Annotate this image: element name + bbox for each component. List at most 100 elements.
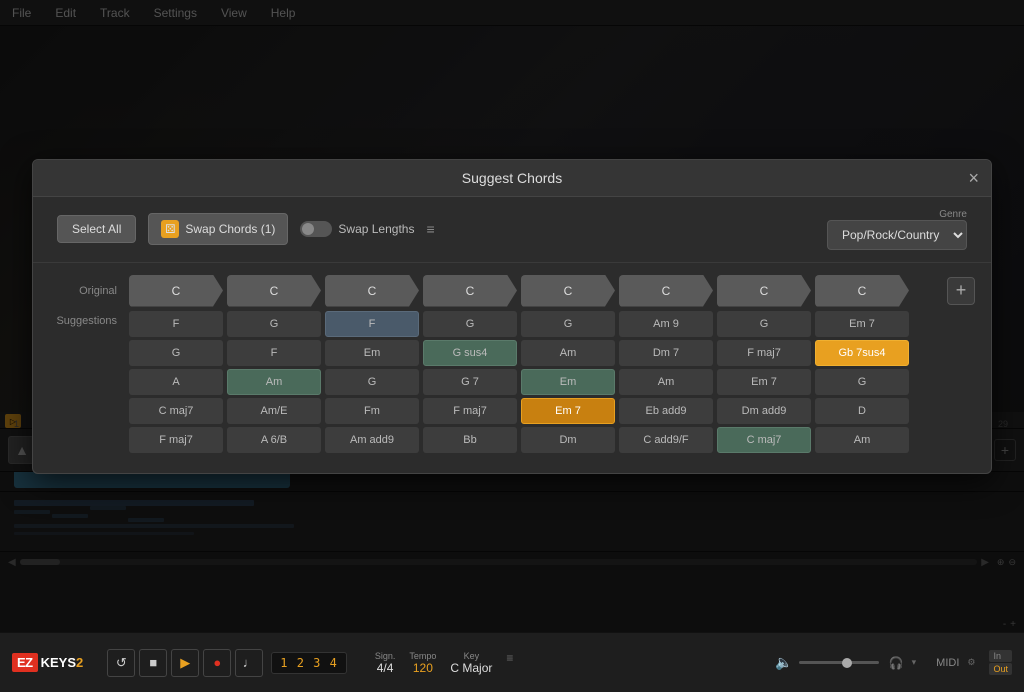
sug-4-5[interactable]: C add9/F [619, 427, 713, 453]
sug-3-0[interactable]: C maj7 [129, 398, 223, 424]
sug-3-1[interactable]: Am/E [227, 398, 321, 424]
original-chord-5[interactable]: C [619, 275, 713, 307]
sug-1-0[interactable]: G [129, 340, 223, 366]
swap-lengths-toggle[interactable]: Swap Lengths [300, 221, 414, 237]
sug-2-1[interactable]: Am [227, 369, 321, 395]
sug-3-4[interactable]: Em 7 [521, 398, 615, 424]
sug-3-5[interactable]: Eb add9 [619, 398, 713, 424]
sug-3-7[interactable]: D [815, 398, 909, 424]
original-label: Original [49, 285, 129, 297]
suggestions-label: Suggestions [49, 311, 129, 327]
loop-btn[interactable]: ↺ [107, 649, 135, 677]
metronome-btn[interactable]: ♩ [235, 649, 263, 677]
midi-out: Out [989, 663, 1012, 675]
original-chord-3[interactable]: C [423, 275, 517, 307]
key[interactable]: Key C Major [450, 651, 492, 675]
ez-badge: EZ [12, 653, 38, 672]
modal-overlay: Suggest Chords × Select All ⚄ Swap Chord… [0, 0, 1024, 632]
sug-2-3[interactable]: G 7 [423, 369, 517, 395]
sug-4-3[interactable]: Bb [423, 427, 517, 453]
sug-4-0[interactable]: F maj7 [129, 427, 223, 453]
modal-title: Suggest Chords [462, 170, 562, 186]
sug-2-5[interactable]: Am [619, 369, 713, 395]
sug-0-0[interactable]: F [129, 311, 223, 337]
sug-2-4[interactable]: Em [521, 369, 615, 395]
midi-settings-icon[interactable]: ⚙ [967, 657, 975, 668]
suggestion-row-2: A Am G G 7 Em Am Em 7 G [129, 369, 909, 395]
sug-3-2[interactable]: Fm [325, 398, 419, 424]
sug-1-2[interactable]: Em [325, 340, 419, 366]
midi-label: MIDI [936, 657, 959, 669]
sug-4-4[interactable]: Dm [521, 427, 615, 453]
keys-text: KEYS [41, 655, 76, 670]
original-chords: C C C C C C C C [129, 275, 943, 307]
modal-close-btn[interactable]: × [968, 169, 979, 187]
select-all-btn[interactable]: Select All [57, 215, 136, 243]
sug-4-6[interactable]: C maj7 [717, 427, 811, 453]
chord-grid: Original C C C C C C C C + Suggestions [33, 263, 991, 473]
sug-0-3[interactable]: G [423, 311, 517, 337]
sug-0-2[interactable]: F [325, 311, 419, 337]
volume-icon: 🔈 [775, 654, 792, 671]
sug-2-2[interactable]: G [325, 369, 419, 395]
volume-thumb [842, 658, 852, 668]
sug-1-4[interactable]: Am [521, 340, 615, 366]
sign-tempo-key: Sign. 4/4 Tempo 120 Key C Major ≡ [375, 651, 514, 675]
time-signature[interactable]: Sign. 4/4 [375, 651, 396, 675]
original-chord-2[interactable]: C [325, 275, 419, 307]
play-btn[interactable]: ▶ [171, 649, 199, 677]
suggest-chords-modal: Suggest Chords × Select All ⚄ Swap Chord… [32, 159, 992, 474]
original-chord-0[interactable]: C [129, 275, 223, 307]
sug-0-7[interactable]: Em 7 [815, 311, 909, 337]
sug-2-7[interactable]: G [815, 369, 909, 395]
record-btn[interactable]: ● [203, 649, 231, 677]
sug-3-3[interactable]: F maj7 [423, 398, 517, 424]
suggestion-row-0: F G F G G Am 9 G Em 7 [129, 311, 909, 337]
toggle-thumb [302, 223, 314, 235]
sug-0-1[interactable]: G [227, 311, 321, 337]
sug-1-6[interactable]: F maj7 [717, 340, 811, 366]
sug-1-5[interactable]: Dm 7 [619, 340, 713, 366]
modal-header: Suggest Chords × [33, 160, 991, 197]
suggestion-row-1: G F Em G sus4 Am Dm 7 F maj7 Gb 7sus4 [129, 340, 909, 366]
sug-4-2[interactable]: Am add9 [325, 427, 419, 453]
headphone-icon: 🎧 [889, 656, 904, 670]
status-bar: EZ KEYS 2 ↺ ■ ▶ ● ♩ 1 2 3 4 Sign. 4/4 Te… [0, 632, 1024, 692]
sug-2-6[interactable]: Em 7 [717, 369, 811, 395]
sug-0-5[interactable]: Am 9 [619, 311, 713, 337]
sug-1-1[interactable]: F [227, 340, 321, 366]
volume-area: 🔈 🎧 ▾ [775, 654, 916, 671]
dice-icon: ⚄ [161, 220, 179, 238]
sug-3-6[interactable]: Dm add9 [717, 398, 811, 424]
divider-icon[interactable]: ≡ [426, 221, 434, 237]
midi-in: In [989, 650, 1012, 662]
volume-slider[interactable] [799, 661, 879, 664]
headphone-chevron: ▾ [912, 657, 917, 668]
genre-select[interactable]: Pop/Rock/Country [827, 220, 967, 250]
sug-4-7[interactable]: Am [815, 427, 909, 453]
sug-2-0[interactable]: A [129, 369, 223, 395]
original-row: Original C C C C C C C C + [49, 275, 975, 307]
suggestions-section: F G F G G Am 9 G Em 7 G F Em G sus4 [129, 311, 909, 453]
controls-row: Select All ⚄ Swap Chords (1) Swap Length… [33, 197, 991, 263]
stop-btn[interactable]: ■ [139, 649, 167, 677]
genre-label: Genre [939, 209, 967, 220]
toggle-track[interactable] [300, 221, 332, 237]
original-chord-1[interactable]: C [227, 275, 321, 307]
sug-4-1[interactable]: A 6/B [227, 427, 321, 453]
add-chord-btn[interactable]: + [947, 277, 975, 305]
sug-0-6[interactable]: G [717, 311, 811, 337]
sug-1-7[interactable]: Gb 7sus4 [815, 340, 909, 366]
time-display: 1 2 3 4 [271, 652, 347, 674]
original-chord-7[interactable]: C [815, 275, 909, 307]
original-chord-4[interactable]: C [521, 275, 615, 307]
suggestions-row: Suggestions F G F G G Am 9 G Em 7 [49, 311, 975, 453]
sug-0-4[interactable]: G [521, 311, 615, 337]
tempo[interactable]: Tempo 120 [409, 651, 436, 675]
settings-icon[interactable]: ≡ [506, 651, 513, 675]
swap-chords-btn[interactable]: ⚄ Swap Chords (1) [148, 213, 288, 245]
original-chord-6[interactable]: C [717, 275, 811, 307]
ez-logo: EZ KEYS 2 [12, 653, 83, 672]
keys-num: 2 [76, 655, 83, 670]
sug-1-3[interactable]: G sus4 [423, 340, 517, 366]
